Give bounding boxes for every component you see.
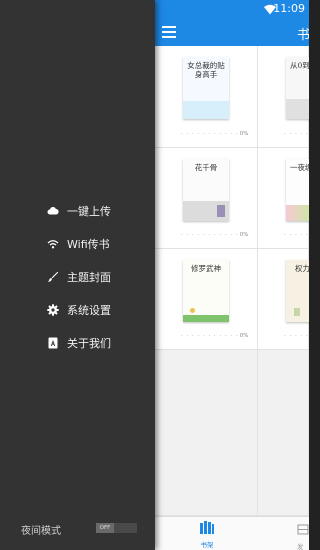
cover-illustration — [294, 308, 300, 316]
bottom-nav: 书架 发 — [155, 516, 309, 550]
cover-decoration — [286, 205, 309, 221]
cover-illustration — [190, 308, 195, 313]
gear-icon — [47, 304, 59, 316]
book-card[interactable]: 权力 · · · · · · · · · · — [258, 249, 309, 350]
book-cover: 女总裁的贴身高手 — [183, 57, 229, 119]
book-card[interactable]: 花千骨 · · · · · · · · · · ·0% — [155, 148, 258, 249]
book-cover: 一夜缠女人 — [286, 159, 309, 221]
empty-slot — [258, 350, 309, 516]
progress-percent: 0% — [239, 333, 249, 339]
progress-dots: · · · · · · · · · · — [284, 232, 309, 238]
info-icon — [48, 337, 58, 349]
tab-discover[interactable]: 发 — [297, 520, 309, 550]
book-cover: 修罗武神 — [183, 260, 229, 322]
discover-icon — [297, 524, 309, 535]
menu-item-upload[interactable]: 一键上传 — [0, 197, 155, 230]
hamburger-menu-icon[interactable] — [162, 26, 176, 38]
book-progress: · · · · · · · · · · — [284, 232, 309, 238]
book-cover-title: 权力 — [295, 264, 309, 273]
brush-icon — [48, 271, 59, 282]
book-cover-title: 从0到启商 — [290, 61, 309, 70]
menu-item-theme-cover[interactable]: 主题封面 — [0, 263, 155, 296]
book-cover-title: 一夜缠女人 — [290, 163, 309, 172]
navigation-drawer: 一键上传 Wifi传书 主题封面 系统设置 关于我们 夜间模式 OFF — [0, 0, 155, 550]
progress-percent: 0% — [239, 131, 249, 137]
progress-dots: · · · · · · · · · · — [284, 333, 309, 339]
book-card[interactable]: 修罗武神 · · · · · · · · · · ·0% — [155, 249, 258, 350]
book-progress: · · · · · · · · · · — [284, 131, 309, 137]
night-mode-toggle[interactable]: OFF — [96, 523, 137, 533]
book-progress: · · · · · · · · · · ·0% — [181, 131, 248, 137]
bookshelf-icon — [200, 521, 214, 534]
bookshelf-grid: 女总裁的贴身高手 · · · · · · · · · · ·0% 从0到启商 ·… — [155, 46, 309, 516]
menu-item-label: Wifi传书 — [67, 238, 110, 251]
night-mode-state: OFF — [96, 523, 114, 533]
menu-item-label: 主题封面 — [67, 271, 111, 284]
cover-decoration — [183, 315, 229, 322]
empty-slot — [155, 350, 258, 516]
tab-discover-label: 发 — [297, 543, 304, 550]
book-cover-title: 女总裁的贴身高手 — [187, 61, 225, 79]
progress-dots: · · · · · · · · · · · — [181, 131, 239, 137]
tab-bookshelf[interactable]: 书架 — [195, 519, 219, 549]
menu-item-label: 一键上传 — [67, 205, 111, 218]
tab-bookshelf-label: 书架 — [200, 541, 214, 549]
progress-dots: · · · · · · · · · · — [284, 131, 309, 137]
book-progress: · · · · · · · · · · ·0% — [181, 333, 248, 339]
night-mode-label: 夜间模式 — [21, 526, 61, 537]
book-progress: · · · · · · · · · · — [284, 333, 309, 339]
progress-dots: · · · · · · · · · · · — [181, 333, 239, 339]
cloud-icon — [47, 206, 59, 215]
progress-percent: 0% — [239, 232, 249, 238]
book-cover-title: 修罗武神 — [191, 264, 221, 273]
menu-item-label: 关于我们 — [67, 337, 111, 350]
book-cover: 权力 — [286, 260, 309, 322]
app-bar-title: 书 — [297, 28, 309, 43]
book-cover: 花千骨 — [183, 159, 229, 221]
book-card[interactable]: 女总裁的贴身高手 · · · · · · · · · · ·0% — [155, 46, 258, 148]
book-cover: 从0到启商 — [286, 57, 309, 119]
drawer-menu: 一键上传 Wifi传书 主题封面 系统设置 关于我们 — [0, 197, 155, 362]
book-progress: · · · · · · · · · · ·0% — [181, 232, 248, 238]
cover-decoration — [183, 101, 229, 119]
wifi-icon — [47, 240, 59, 249]
book-cover-title: 花千骨 — [194, 163, 218, 172]
menu-item-settings[interactable]: 系统设置 — [0, 296, 155, 329]
cover-illustration — [217, 205, 225, 217]
book-card[interactable]: 从0到启商 · · · · · · · · · · — [258, 46, 309, 148]
cover-decoration — [286, 99, 309, 119]
progress-dots: · · · · · · · · · · · — [181, 232, 239, 238]
menu-item-label: 系统设置 — [67, 304, 111, 317]
menu-item-wifi-transfer[interactable]: Wifi传书 — [0, 230, 155, 263]
status-time: 11:09 — [273, 2, 305, 15]
menu-item-about[interactable]: 关于我们 — [0, 329, 155, 362]
book-card[interactable]: 一夜缠女人 · · · · · · · · · · — [258, 148, 309, 249]
